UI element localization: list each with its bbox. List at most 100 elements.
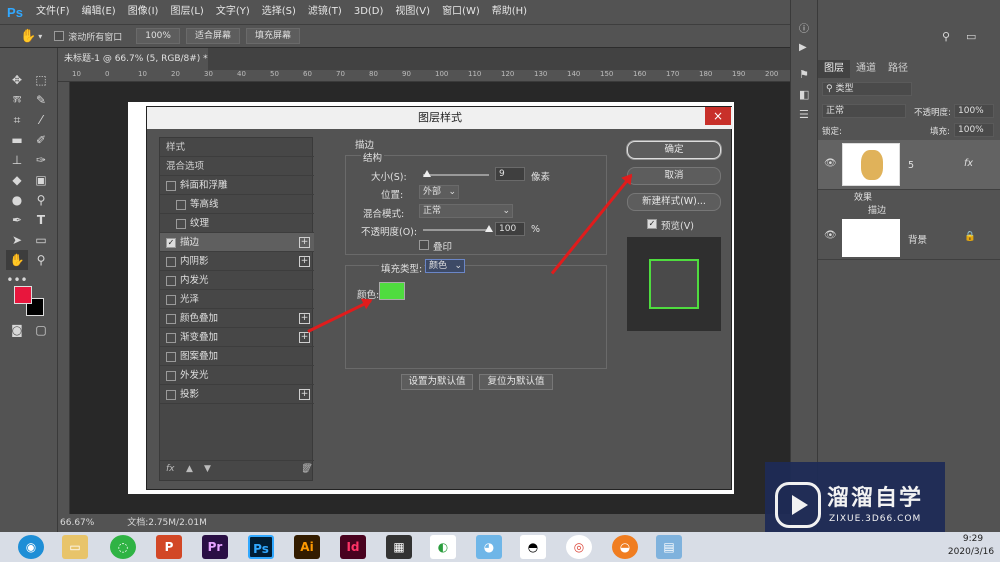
wechat-icon[interactable]: ◌ [110,535,136,559]
layer-filter-select[interactable]: ⚲ 类型 [822,82,912,96]
chrome-icon[interactable]: ◎ [566,535,592,559]
adjustments-icon[interactable]: ◧ [799,88,809,101]
style-checkbox[interactable] [166,294,176,305]
style-checkbox[interactable] [176,199,186,210]
style-checkbox[interactable] [166,275,176,286]
style-checkbox[interactable] [166,313,176,324]
type-tool-icon[interactable]: T [30,210,52,230]
style-checkbox[interactable] [166,351,176,362]
move-tool-icon[interactable]: ✥ [6,70,28,90]
document-tab[interactable]: 未标题-1 @ 66.7% (5, RGB/8#) * × [58,48,208,86]
size-field[interactable]: 9 [495,167,525,181]
clone-stamp-icon[interactable]: ⊥ [6,150,28,170]
overprint-checkbox[interactable] [419,240,429,250]
brush-tool-icon[interactable]: ✐ [30,130,52,150]
tab-layers[interactable]: 图层 [818,60,850,78]
scroll-all-checkbox[interactable] [54,31,65,41]
fx-icon[interactable]: fx [964,158,973,169]
style-checkbox[interactable] [166,180,176,191]
style-item[interactable]: 样式 [160,138,314,157]
zoom-readout[interactable]: 66.67% [60,518,94,528]
style-checkbox[interactable] [166,332,176,343]
menu-image[interactable]: 图像(I) [122,0,165,24]
reset-default-button[interactable]: 复位为默认值 [479,374,553,390]
hand-tool-icon[interactable]: ✋ [20,29,36,44]
file-explorer-icon[interactable]: ▭ [62,535,88,559]
ok-button[interactable]: 确定 [627,141,721,159]
workspace-icon[interactable]: ▭ [966,30,976,43]
chevron-down-icon[interactable]: ▾ [38,32,42,41]
dodge-tool-icon[interactable]: ⚲ [30,190,52,210]
style-checkbox[interactable]: ✓ [166,237,176,248]
stroke-effect-row[interactable]: 描边 [818,203,1000,216]
opacity-field[interactable]: 100 [495,222,525,236]
style-item[interactable]: 纹理 [160,214,314,233]
zoom-100-button[interactable]: 100% [136,28,180,44]
start-button-icon[interactable]: ◉ [18,535,44,559]
style-checkbox[interactable] [166,389,176,400]
powerpoint-icon[interactable]: P [156,535,182,559]
add-effect-icon[interactable]: + [299,332,310,343]
history-brush-icon[interactable]: ✑ [30,150,52,170]
layer-name[interactable]: 背景 [908,232,927,246]
menu-edit[interactable]: 编辑(E) [76,0,122,24]
style-item[interactable]: 图案叠加 [160,347,314,366]
foreground-color-swatch[interactable] [14,286,32,304]
menu-view[interactable]: 视图(V) [389,0,436,24]
opacity-field[interactable]: 100% [954,104,994,118]
style-checkbox[interactable] [166,256,176,267]
dialog-close-button[interactable]: × [705,107,731,125]
eye-icon[interactable]: 👁 [824,158,837,169]
menu-window[interactable]: 窗口(W) [436,0,486,24]
style-checkbox[interactable] [166,370,176,381]
style-item[interactable]: 内阴影 + [160,252,314,271]
brush-panel-icon[interactable]: ⚑ [799,68,809,81]
video-editor-icon[interactable]: ▦ [386,535,412,559]
blur-tool-icon[interactable]: ● [6,190,28,210]
add-effect-icon[interactable]: + [299,389,310,400]
app-icon[interactable]: ◕ [476,535,502,559]
tab-channels[interactable]: 通道 [850,60,882,78]
arrow-up-icon[interactable]: ▲ [186,464,193,474]
menu-help[interactable]: 帮助(H) [486,0,533,24]
info-icon[interactable]: ⓘ [799,20,809,35]
style-item[interactable]: 渐变叠加 + [160,328,314,347]
menu-layer[interactable]: 图层(L) [164,0,209,24]
style-item[interactable]: 光泽 [160,290,314,309]
fill-screen-button[interactable]: 填充屏幕 [245,28,300,44]
quick-select-icon[interactable]: ✎ [30,90,52,110]
search-icon[interactable]: ⚲ [942,30,950,43]
eraser-icon[interactable]: ◆ [6,170,28,190]
clock-date[interactable]: 2020/3/16 [944,547,998,557]
layer-name[interactable]: 5 [908,160,914,171]
tab-paths[interactable]: 路径 [882,60,914,78]
style-item[interactable]: 混合选项 [160,157,314,176]
layer-row[interactable]: 👁 背景 🔒 [818,216,1000,260]
quick-mask-icon[interactable]: ◙ [6,320,28,340]
style-item[interactable]: 颜色叠加 + [160,309,314,328]
marquee-tool-icon[interactable]: ⬚ [30,70,52,90]
eyedropper-icon[interactable]: ⁄ [30,110,52,130]
style-item[interactable]: 投影 + [160,385,314,404]
add-effect-icon[interactable]: + [299,256,310,267]
illustrator-icon[interactable]: Ai [294,535,320,559]
style-item[interactable]: 等高线 [160,195,314,214]
size-slider[interactable] [423,170,489,177]
clock-time[interactable]: 9:29 [950,534,996,544]
crop-tool-icon[interactable]: ⌗ [6,110,28,130]
menu-type[interactable]: 文字(Y) [210,0,256,24]
photoshop-icon[interactable]: Ps [248,535,274,559]
effects-row[interactable]: 效果 [818,190,1000,203]
eye-icon[interactable]: 👁 [824,230,837,241]
fill-field[interactable]: 100% [954,123,994,137]
play-icon[interactable]: ▶ [799,42,807,53]
blend-mode-select[interactable]: 正常 ⌄ [419,204,513,218]
preview-checkbox[interactable]: ✓ [647,219,657,229]
arrow-down-icon[interactable]: ▼ [204,464,211,474]
properties-icon[interactable]: ☰ [799,108,809,121]
pen-tool-icon[interactable]: ✒ [6,210,28,230]
layer-row[interactable]: 👁 5 fx [818,140,1000,190]
gradient-tool-icon[interactable]: ▣ [30,170,52,190]
path-select-icon[interactable]: ➤ [6,230,28,250]
style-item[interactable]: ✓ 描边 + [160,233,314,252]
